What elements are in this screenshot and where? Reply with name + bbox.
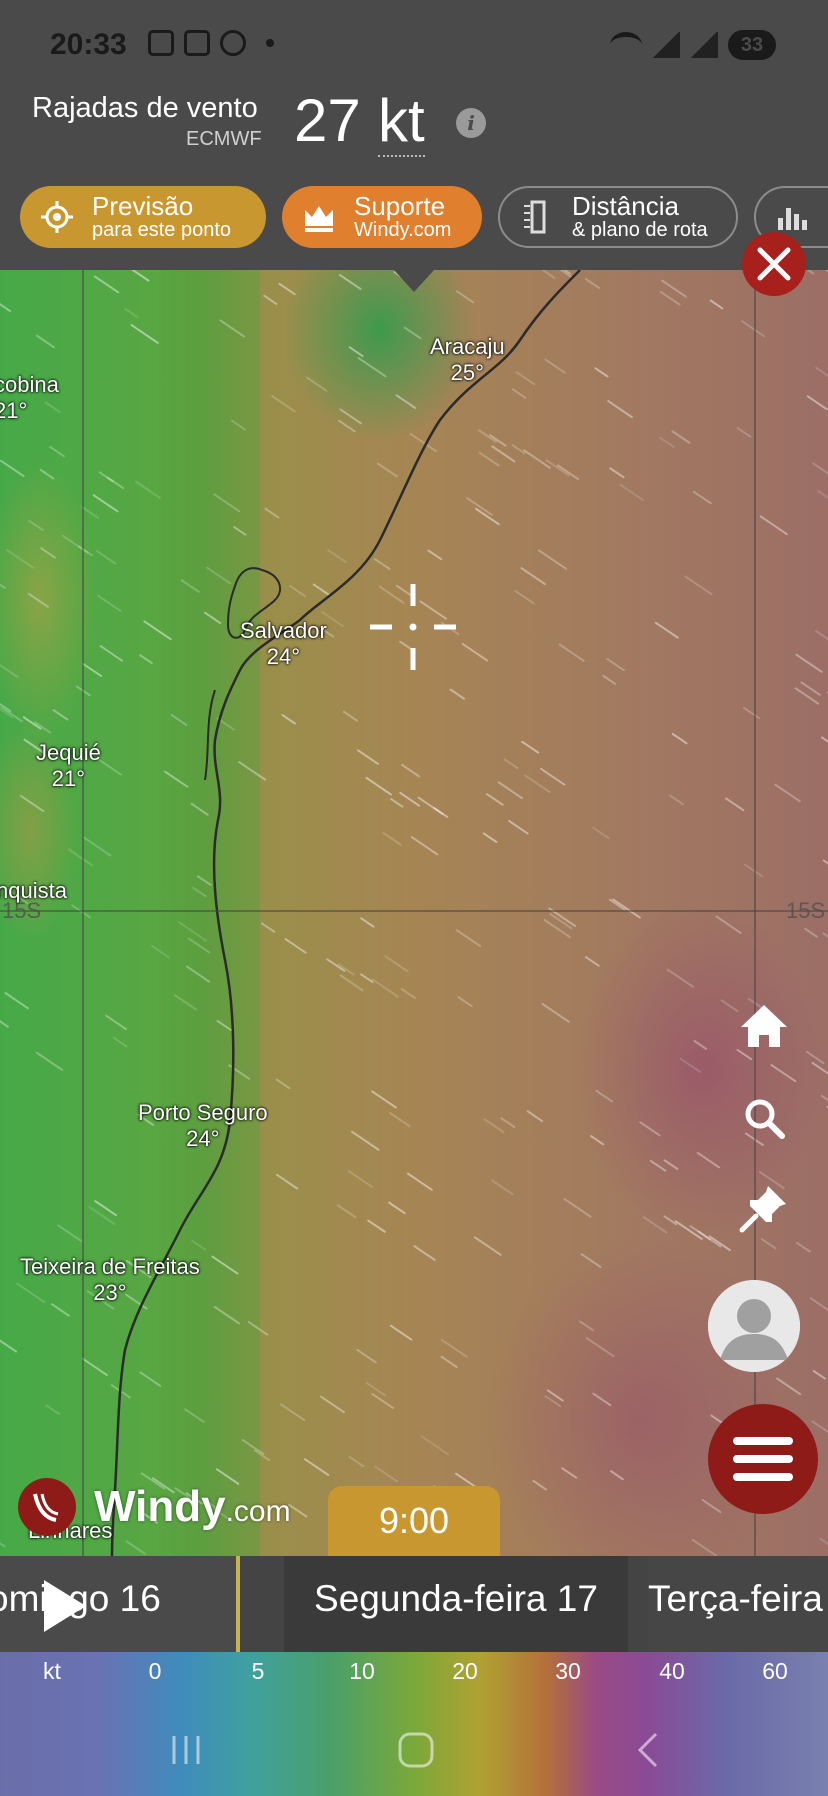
windy-logo[interactable]: Windy.com	[18, 1478, 291, 1536]
status-bar: 20:33 33	[0, 0, 828, 92]
close-button[interactable]	[742, 232, 806, 296]
legend-value: 10	[349, 1658, 375, 1684]
wifi-icon	[610, 32, 642, 58]
support-button[interactable]: Suporte Windy.com	[282, 186, 482, 248]
city-label-porto-seguro[interactable]: Porto Seguro 24°	[138, 1100, 268, 1152]
city-name: nquista	[0, 878, 67, 903]
city-name: cobina	[0, 372, 59, 397]
header-pointer	[394, 270, 434, 292]
menu-icon	[733, 1437, 793, 1445]
menu-icon	[733, 1473, 793, 1481]
user-icon	[708, 1280, 800, 1372]
home-icon	[741, 1005, 787, 1047]
legend-scale: kt 0 5 10 20 30 40 60	[0, 1652, 828, 1690]
timeline-cursor[interactable]	[236, 1556, 240, 1652]
search-icon	[745, 1099, 785, 1139]
city-label-jequie[interactable]: Jequié 21°	[36, 740, 101, 792]
latitude-line	[0, 910, 828, 912]
day-prev[interactable]: omingo 16	[0, 1556, 238, 1652]
crown-icon	[302, 200, 336, 234]
city-label-salvador[interactable]: Salvador 24°	[240, 618, 327, 670]
status-time: 20:33	[50, 28, 127, 61]
menu-icon	[733, 1455, 793, 1463]
signal-icon-2	[690, 32, 718, 58]
whatsapp-icon	[220, 30, 246, 56]
city-label-vitoria-da-conquista[interactable]: nquista	[0, 878, 67, 904]
color-legend[interactable]: kt 0 5 10 20 30 40 60	[0, 1652, 828, 1796]
day-next[interactable]: Terça-feira	[648, 1556, 828, 1652]
legend-value: 0	[148, 1658, 162, 1684]
selected-time-bubble[interactable]: 9:00	[328, 1486, 500, 1556]
bar-chart-icon	[776, 200, 810, 234]
forecast-button-title: Previsão	[92, 191, 194, 221]
city-temp: 21°	[51, 766, 86, 791]
back-icon[interactable]	[630, 1730, 670, 1770]
city-temp: 24°	[266, 644, 301, 669]
legend-value: 20	[452, 1658, 478, 1684]
city-temp: 21°	[0, 398, 28, 423]
timeline[interactable]: omingo 16 Segunda-feira 17 Terça-feira	[0, 1556, 828, 1652]
distance-button[interactable]: Distância & plano de rota	[498, 186, 738, 248]
top-panel: Rajadas de vento ECMWF 27 kt i Previsão …	[0, 87, 828, 270]
legend-value: 5	[251, 1658, 265, 1684]
pin-button[interactable]	[738, 1182, 790, 1234]
map-crosshair-icon	[370, 584, 456, 670]
search-button[interactable]	[738, 1092, 790, 1144]
city-name: Teixeira de Freitas	[20, 1254, 200, 1279]
home-button[interactable]	[738, 1000, 790, 1052]
user-avatar-button[interactable]	[708, 1280, 800, 1372]
city-temp: 25°	[450, 360, 484, 385]
signal-icon	[652, 32, 680, 58]
info-icon[interactable]: i	[456, 108, 486, 138]
screenshot-icon	[148, 30, 174, 56]
support-button-subtitle: Windy.com	[354, 219, 452, 241]
status-system-icons: 33	[610, 30, 776, 60]
city-label-aracaju[interactable]: Aracaju 25°	[430, 334, 505, 386]
battery-indicator: 33	[728, 30, 776, 60]
forecast-button-subtitle: para este ponto	[92, 219, 231, 241]
legend-value: 30	[555, 1658, 581, 1684]
coastline	[110, 270, 581, 1556]
distance-button-title: Distância	[572, 191, 679, 221]
latitude-label: 15S	[786, 898, 826, 923]
ruler-icon	[520, 200, 554, 234]
more-notifications-icon	[266, 39, 274, 47]
city-name: Porto Seguro	[138, 1100, 268, 1125]
calendar-icon	[184, 30, 210, 56]
city-name: Jequié	[36, 740, 101, 765]
pin-icon	[739, 1186, 786, 1233]
longitude-line	[82, 270, 84, 1556]
city-name: Salvador	[240, 618, 327, 643]
forecast-button[interactable]: Previsão para este ponto	[20, 186, 266, 248]
metric-value: 27	[294, 87, 361, 154]
close-icon	[757, 247, 791, 281]
legend-value: 60	[762, 1658, 788, 1684]
status-notification-icons	[148, 30, 274, 56]
action-pills: Previsão para este ponto Suporte Windy.c…	[20, 186, 828, 250]
city-name: Aracaju	[430, 334, 505, 359]
city-temp: 24°	[186, 1126, 220, 1151]
crosshair-icon	[40, 200, 74, 234]
android-nav-bar	[0, 1696, 828, 1796]
weather-map[interactable]: 15S 15S Aracaju 25° cobina 21° Salvador …	[0, 270, 828, 1556]
city-label-jacobina[interactable]: cobina 21°	[0, 372, 59, 424]
legend-unit: kt	[43, 1658, 61, 1684]
windy-logo-text: Windy.com	[94, 1482, 291, 1531]
play-icon[interactable]	[44, 1580, 86, 1632]
model-name[interactable]: ECMWF	[186, 128, 262, 151]
support-button-title: Suporte	[354, 191, 446, 221]
distance-button-subtitle: & plano de rota	[572, 219, 708, 241]
city-temp: 23°	[93, 1280, 127, 1305]
layer-name[interactable]: Rajadas de vento	[32, 92, 258, 125]
metric-unit[interactable]: kt	[378, 86, 425, 157]
city-label-teixeira-de-freitas[interactable]: Teixeira de Freitas 23°	[20, 1254, 200, 1306]
menu-button[interactable]	[708, 1404, 818, 1514]
windy-logo-icon	[18, 1478, 76, 1536]
day-current[interactable]: Segunda-feira 17	[284, 1556, 628, 1652]
home-nav-icon[interactable]	[396, 1730, 436, 1770]
recent-apps-icon[interactable]	[166, 1730, 206, 1770]
legend-value: 40	[659, 1658, 685, 1684]
